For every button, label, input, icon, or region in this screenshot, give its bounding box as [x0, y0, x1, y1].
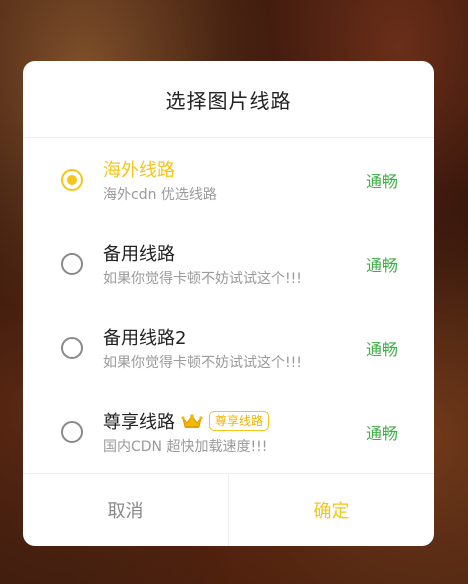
- route-status: 通畅: [365, 424, 398, 443]
- dialog-footer: 取消 确定: [23, 473, 434, 546]
- route-name-row: 尊享线路 尊享线路: [103, 408, 270, 434]
- radio-button-selected[interactable]: [61, 169, 83, 191]
- route-option-backup[interactable]: 备用线路 如果你觉得卡顿不妨试试这个!!! 通畅: [23, 222, 434, 306]
- route-status: 通畅: [365, 340, 398, 359]
- cancel-button[interactable]: 取消: [23, 474, 229, 546]
- premium-badge: 尊享线路: [209, 411, 270, 431]
- route-option-overseas[interactable]: 海外线路 海外cdn 优选线路 通畅: [23, 138, 434, 222]
- route-description: 如果你觉得卡顿不妨试试这个!!!: [103, 271, 302, 287]
- route-name: 备用线路2: [103, 328, 187, 349]
- route-status: 通畅: [365, 172, 398, 191]
- crown-icon: [181, 413, 203, 429]
- radio-button[interactable]: [61, 421, 83, 443]
- route-description: 海外cdn 优选线路: [103, 187, 217, 203]
- route-option-premium[interactable]: 尊享线路 尊享线路 国内CDN 超快加载速度!!! 通畅: [23, 390, 434, 474]
- route-status: 通畅: [365, 256, 398, 275]
- route-description: 国内CDN 超快加载速度!!!: [103, 439, 268, 455]
- dialog-title: 选择图片线路: [23, 61, 434, 138]
- route-name: 尊享线路: [103, 412, 175, 433]
- image-route-dialog: 选择图片线路 海外线路 海外cdn 优选线路 通畅 备用线路 如果你觉得卡顿不妨…: [23, 61, 434, 546]
- route-name: 海外线路: [103, 160, 175, 181]
- radio-button[interactable]: [61, 337, 83, 359]
- confirm-button[interactable]: 确定: [229, 474, 434, 546]
- route-option-backup-2[interactable]: 备用线路2 如果你觉得卡顿不妨试试这个!!! 通畅: [23, 306, 434, 390]
- route-name: 备用线路: [103, 244, 175, 265]
- route-description: 如果你觉得卡顿不妨试试这个!!!: [103, 355, 302, 371]
- radio-button[interactable]: [61, 253, 83, 275]
